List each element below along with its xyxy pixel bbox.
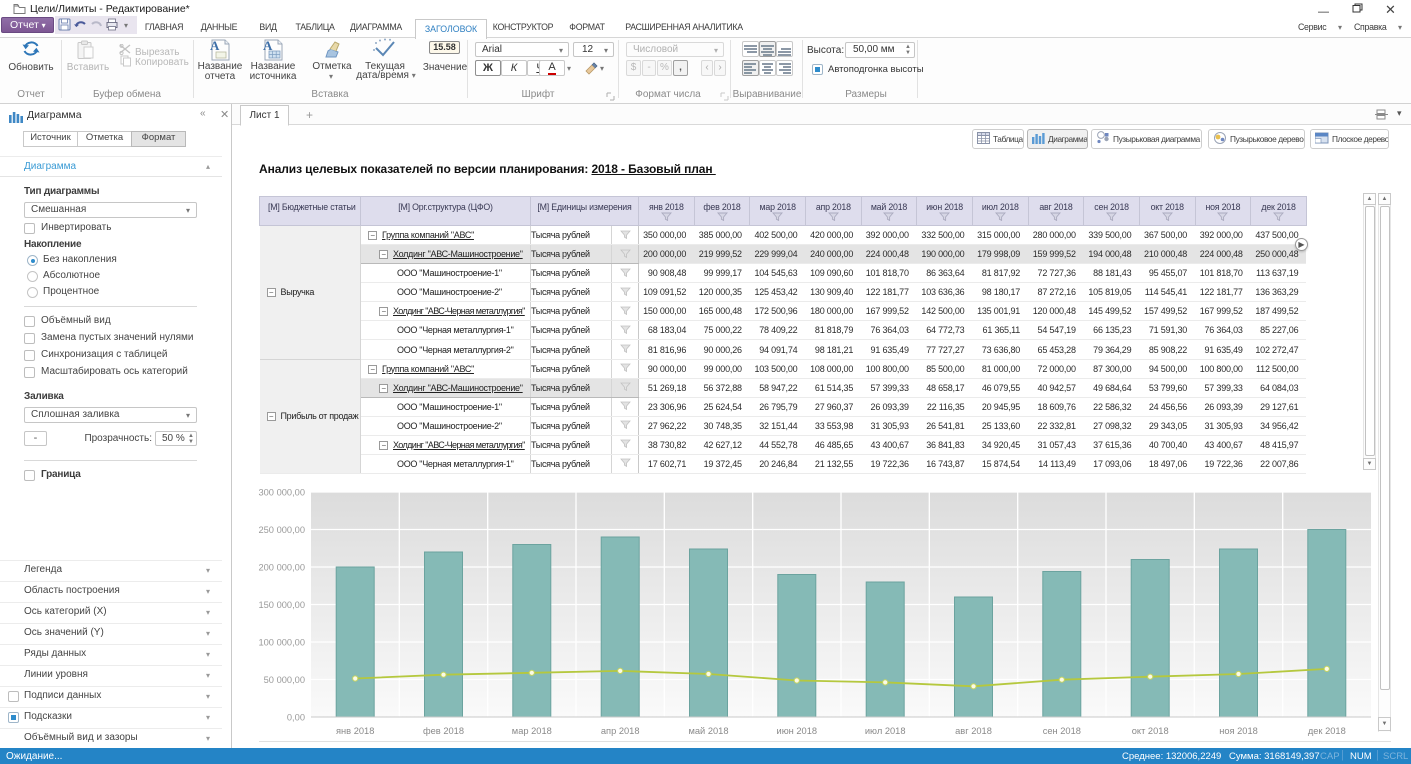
svg-text:100 000,00: 100 000,00: [258, 638, 305, 648]
svg-text:A: A: [210, 38, 220, 53]
svg-text:сен 2018: сен 2018: [1043, 726, 1081, 736]
svg-text:авг 2018: авг 2018: [955, 726, 992, 736]
svg-text:250 000,00: 250 000,00: [258, 525, 305, 535]
svg-text:июн 2018: июн 2018: [777, 726, 818, 736]
svg-text:150 000,00: 150 000,00: [258, 600, 305, 610]
svg-text:окт 2018: окт 2018: [1132, 726, 1169, 736]
svg-text:ноя 2018: ноя 2018: [1219, 726, 1258, 736]
svg-text:апр 2018: апр 2018: [601, 726, 640, 736]
svg-text:300 000,00: 300 000,00: [258, 488, 305, 498]
svg-text:июл 2018: июл 2018: [865, 726, 906, 736]
svg-text:дек 2018: дек 2018: [1308, 726, 1346, 736]
svg-text:фев 2018: фев 2018: [423, 726, 464, 736]
svg-text:май 2018: май 2018: [688, 726, 728, 736]
svg-text:200 000,00: 200 000,00: [258, 563, 305, 573]
svg-text:янв 2018: янв 2018: [336, 726, 374, 736]
svg-text:0,00: 0,00: [287, 713, 305, 723]
svg-text:мар 2018: мар 2018: [512, 726, 552, 736]
svg-text:50 000,00: 50 000,00: [264, 675, 305, 685]
